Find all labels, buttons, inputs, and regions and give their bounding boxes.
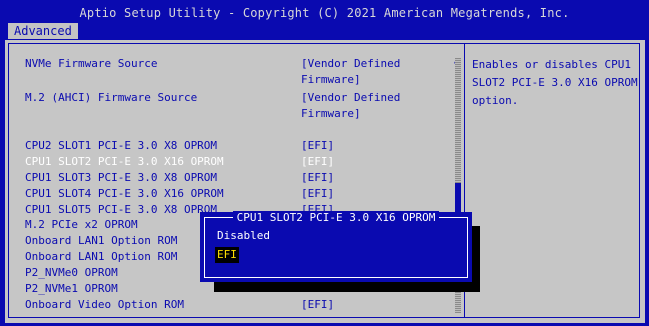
- popup-border: CPU1 SLOT2 PCI-E 3.0 X16 OPROM Disabled …: [204, 211, 468, 278]
- title-bar: Aptio Setup Utility - Copyright (C) 2021…: [0, 0, 649, 40]
- setting-value-cont: Firmware]: [301, 107, 361, 120]
- option-popup: CPU1 SLOT2 PCI-E 3.0 X16 OPROM Disabled …: [200, 211, 472, 282]
- popup-title: CPU1 SLOT2 PCI-E 3.0 X16 OPROM: [205, 211, 467, 224]
- setting-cpu1-slot4-oprom[interactable]: CPU1 SLOT4 PCI-E 3.0 X16 OPROM: [25, 186, 224, 202]
- setting-value[interactable]: [Vendor Defined: [301, 56, 400, 72]
- popup-option-disabled[interactable]: Disabled: [217, 228, 270, 244]
- setting-onboard-video-option-rom[interactable]: Onboard Video Option ROM: [25, 297, 184, 313]
- app-title: Aptio Setup Utility - Copyright (C) 2021…: [79, 6, 570, 20]
- setting-p2-nvme0-oprom[interactable]: P2_NVMe0 OPROM: [25, 265, 118, 281]
- setting-cpu1-slot2-oprom-selected[interactable]: CPU1 SLOT2 PCI-E 3.0 X16 OPROM: [25, 154, 224, 170]
- popup-option-efi[interactable]: EFI: [215, 247, 239, 263]
- setting-cpu1-slot3-oprom[interactable]: CPU1 SLOT3 PCI-E 3.0 X8 OPROM: [25, 170, 217, 186]
- popup-shadow: [214, 282, 478, 292]
- setting-cpu1-slot5-oprom[interactable]: CPU1 SLOT5 PCI-E 3.0 X8 OPROM: [25, 202, 217, 218]
- setting-value[interactable]: [EFI]: [301, 186, 334, 202]
- setting-value[interactable]: [EFI]: [301, 297, 334, 313]
- setting-value[interactable]: [Vendor Defined: [301, 90, 400, 106]
- setting-onboard-lan1-option-rom[interactable]: Onboard LAN1 Option ROM: [25, 249, 177, 265]
- tab-advanced[interactable]: Advanced: [8, 23, 78, 39]
- setting-p2-nvme1-oprom[interactable]: P2_NVMe1 OPROM: [25, 281, 118, 297]
- setting-value[interactable]: [EFI]: [301, 170, 334, 186]
- popup-title-label: CPU1 SLOT2 PCI-E 3.0 X16 OPROM: [232, 211, 440, 224]
- setting-cpu2-slot1-oprom[interactable]: CPU2 SLOT1 PCI-E 3.0 X8 OPROM: [25, 138, 217, 154]
- setting-m2-pcie-x2-oprom[interactable]: M.2 PCIe x2 OPROM: [25, 217, 138, 233]
- setting-m2-ahci-firmware-source[interactable]: M.2 (AHCI) Firmware Source: [25, 90, 197, 106]
- setting-nvme-firmware-source[interactable]: NVMe Firmware Source: [25, 56, 157, 72]
- help-text: Enables or disables CPU1 SLOT2 PCI-E 3.0…: [472, 58, 638, 107]
- setting-value[interactable]: [EFI]: [301, 138, 334, 154]
- setting-value[interactable]: [EFI]: [301, 154, 334, 170]
- setting-value-cont: Firmware]: [301, 73, 361, 86]
- setting-onboard-lan1-option-rom[interactable]: Onboard LAN1 Option ROM: [25, 233, 177, 249]
